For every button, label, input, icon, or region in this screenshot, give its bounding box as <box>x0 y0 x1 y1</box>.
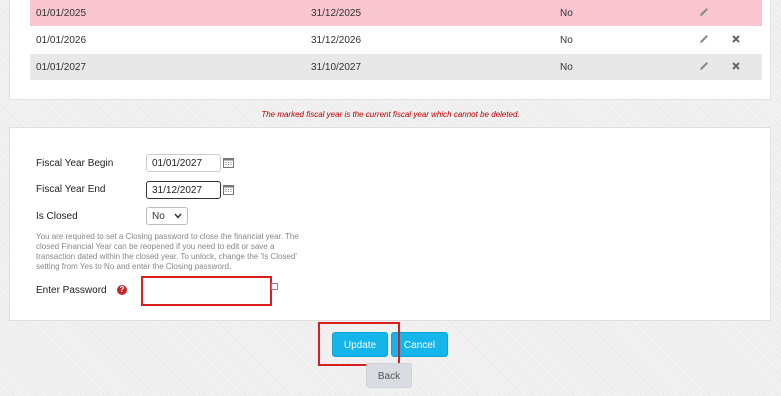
password-highlight <box>141 276 272 306</box>
pencil-icon[interactable] <box>698 33 710 45</box>
begin-date-cell: 01/01/2026 <box>36 35 87 46</box>
end-label: Fiscal Year End <box>36 184 106 195</box>
calendar-icon[interactable] <box>223 157 234 168</box>
pencil-icon[interactable] <box>698 6 710 18</box>
delete-icon[interactable] <box>730 33 742 45</box>
is-closed-select[interactable]: No <box>146 207 188 225</box>
begin-date-input[interactable] <box>146 154 221 172</box>
closed-cell: No <box>560 35 573 46</box>
update-highlight <box>318 322 400 366</box>
end-date-input[interactable] <box>146 181 221 199</box>
calendar-icon[interactable] <box>223 184 234 195</box>
show-password-checkbox[interactable] <box>271 283 278 290</box>
closed-cell: No <box>560 62 573 73</box>
back-button[interactable]: Back <box>366 363 412 388</box>
end-date-cell: 31/10/2027 <box>311 62 362 73</box>
chevron-down-icon <box>174 213 182 219</box>
delete-icon[interactable] <box>730 60 742 72</box>
current-year-warning: The marked fiscal year is the current fi… <box>261 110 520 119</box>
fiscal-year-form: Fiscal Year Begin Fiscal Year End Is Clo… <box>9 127 771 321</box>
table-row: 01/01/2027 31/10/2027 No <box>30 54 762 80</box>
password-label: Enter Password <box>36 285 107 296</box>
closed-label: Is Closed <box>36 211 78 222</box>
is-closed-value: No <box>152 211 165 222</box>
begin-label: Fiscal Year Begin <box>36 158 114 169</box>
begin-date-cell: 01/01/2027 <box>36 62 87 73</box>
pencil-icon[interactable] <box>698 60 710 72</box>
end-date-cell: 31/12/2025 <box>311 8 362 19</box>
closed-cell: No <box>560 8 573 19</box>
end-date-cell: 31/12/2026 <box>311 35 362 46</box>
closing-password-help: You are required to set a Closing passwo… <box>36 232 299 271</box>
fiscal-year-table-panel: 01/01/2025 31/12/2025 No 01/01/2026 31/1… <box>9 0 771 100</box>
begin-date-cell: 01/01/2025 <box>36 8 87 19</box>
table-row: 01/01/2026 31/12/2026 No <box>30 27 762 53</box>
help-icon[interactable]: ? <box>117 285 127 295</box>
table-row: 01/01/2025 31/12/2025 No <box>30 0 762 26</box>
